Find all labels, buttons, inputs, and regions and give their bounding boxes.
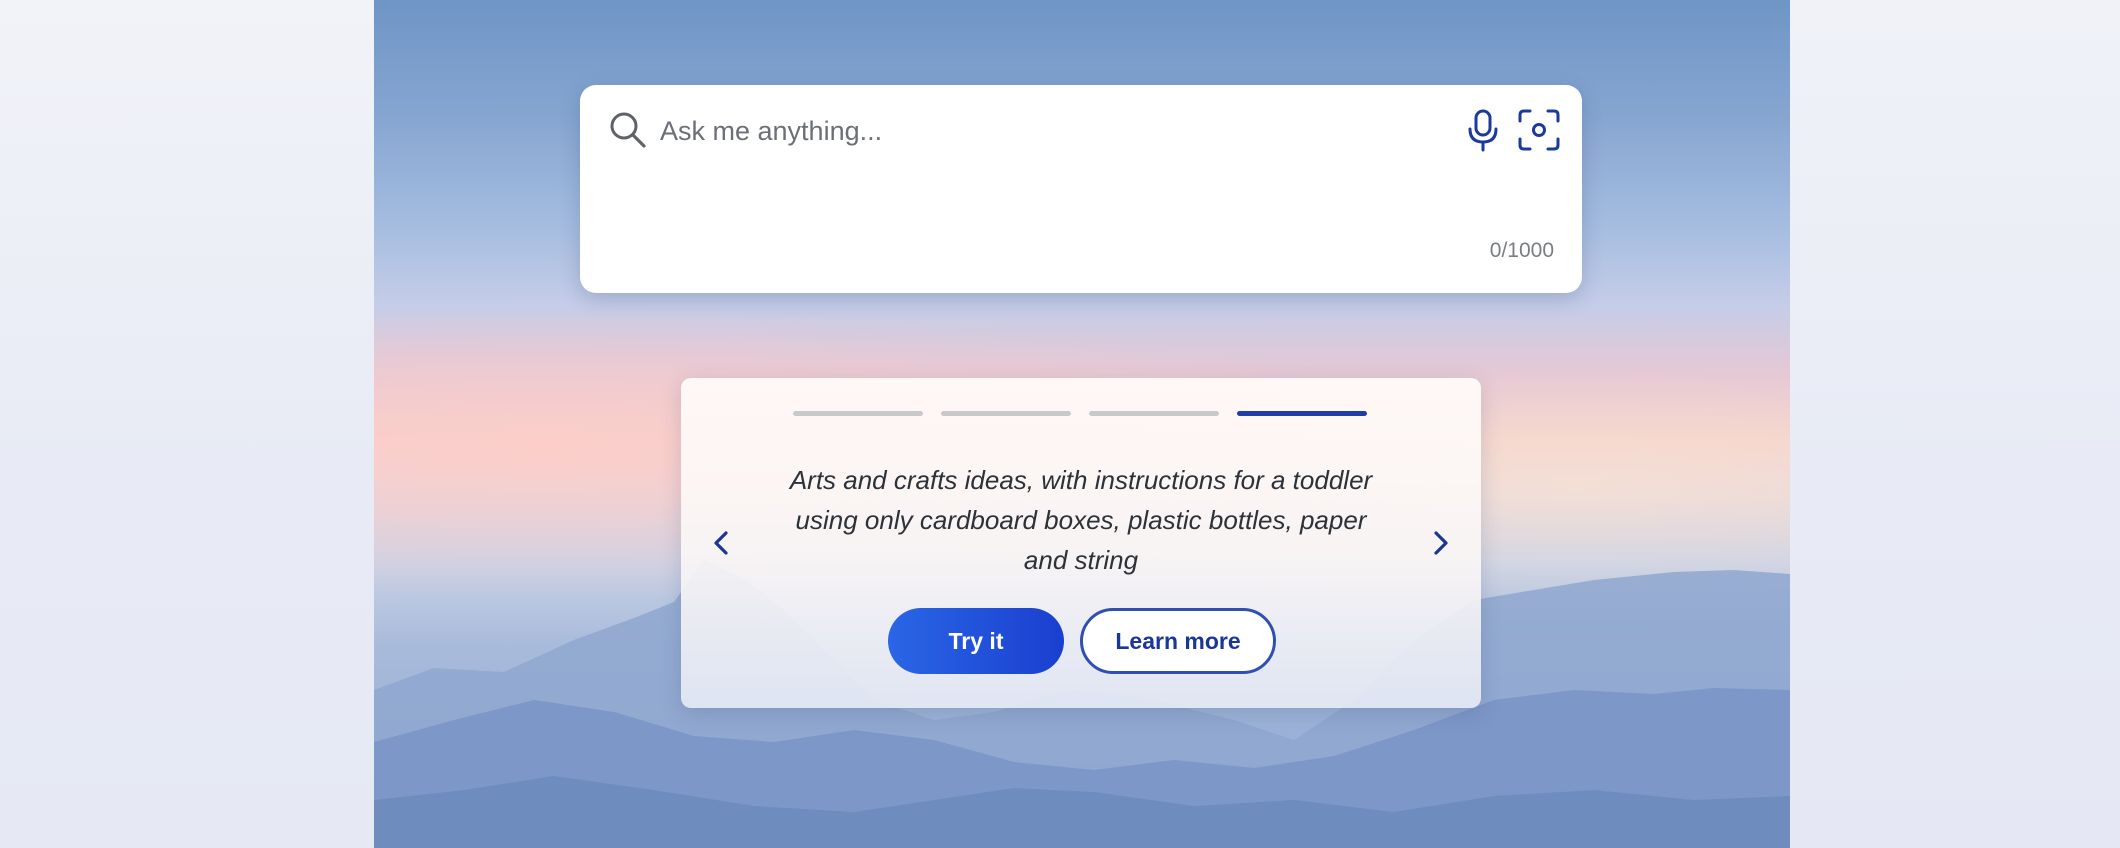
suggestion-card: Arts and crafts ideas, with instructions… bbox=[681, 378, 1481, 708]
carousel-dot-2[interactable] bbox=[941, 411, 1071, 416]
chevron-right-icon[interactable] bbox=[1423, 513, 1459, 573]
search-input[interactable] bbox=[658, 107, 1422, 155]
visual-search-icon[interactable] bbox=[1516, 107, 1562, 153]
carousel-dot-1[interactable] bbox=[793, 411, 923, 416]
try-it-button[interactable]: Try it bbox=[888, 608, 1064, 674]
left-backdrop bbox=[0, 0, 374, 848]
right-backdrop bbox=[1790, 0, 2120, 848]
microphone-icon[interactable] bbox=[1462, 107, 1504, 153]
search-box: 0/1000 bbox=[580, 85, 1582, 293]
chevron-left-icon[interactable] bbox=[703, 513, 739, 573]
learn-more-button[interactable]: Learn more bbox=[1080, 608, 1276, 674]
carousel-dot-4[interactable] bbox=[1237, 411, 1367, 416]
carousel-dot-3[interactable] bbox=[1089, 411, 1219, 416]
character-counter: 0/1000 bbox=[1489, 239, 1554, 262]
search-icon bbox=[610, 112, 646, 148]
carousel-progress bbox=[793, 411, 1367, 416]
suggestion-text: Arts and crafts ideas, with instructions… bbox=[789, 465, 1373, 575]
